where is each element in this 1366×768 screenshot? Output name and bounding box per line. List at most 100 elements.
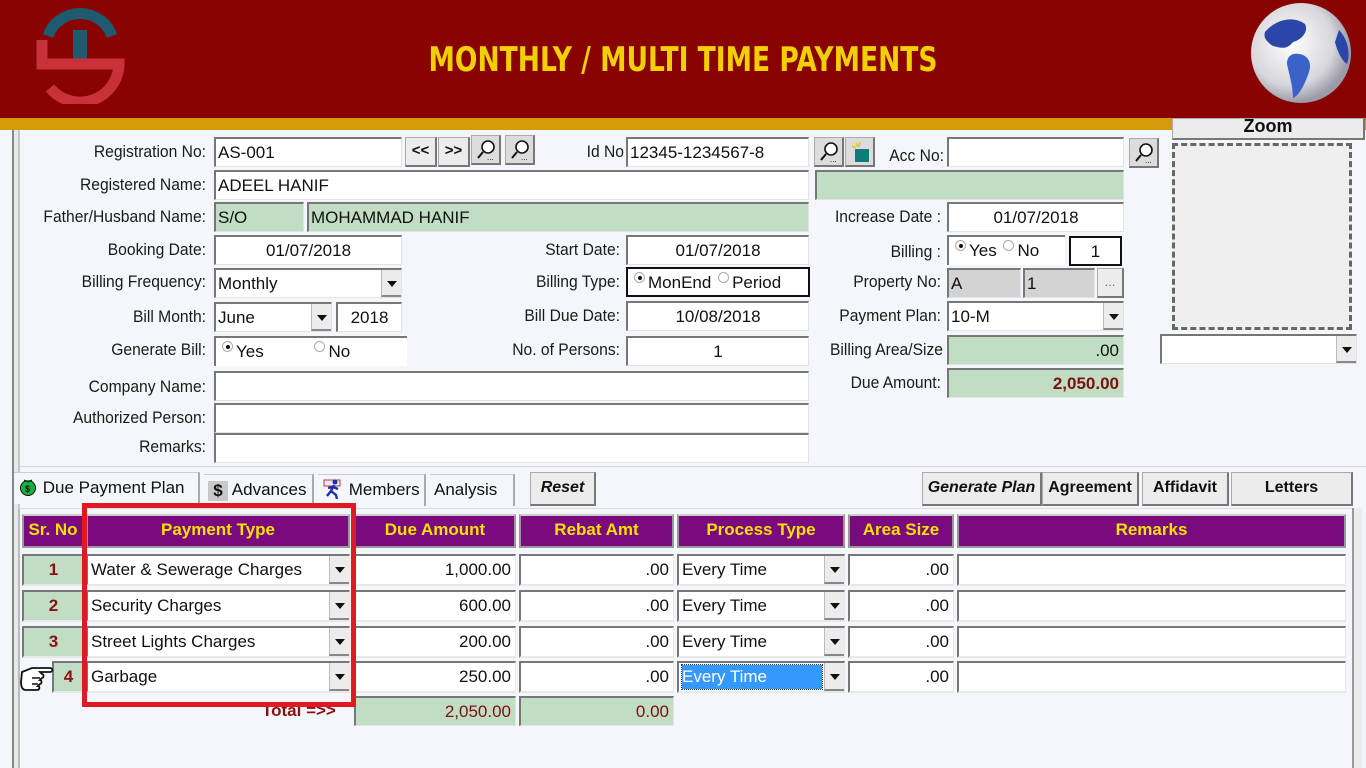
new-record-button[interactable] <box>845 137 875 167</box>
next-record-button[interactable]: >> <box>438 137 470 167</box>
property-number-field[interactable]: 1 <box>1023 268 1095 298</box>
process-type-dropdown[interactable]: Every Time <box>677 590 845 622</box>
id-no-input[interactable]: 12345-1234567-8 <box>626 137 809 167</box>
billing-frequency-dropdown[interactable]: Monthly <box>214 268 402 298</box>
bill-year-input[interactable]: 2018 <box>336 302 402 332</box>
tab-due-payment-plan[interactable]: $ Due Payment Plan <box>14 472 200 504</box>
registration-no-input[interactable]: AS-001 <box>214 137 402 167</box>
remarks-cell[interactable] <box>957 590 1346 622</box>
billing-no-radio[interactable] <box>1003 240 1015 251</box>
reset-button[interactable]: Reset <box>530 472 596 506</box>
letters-button[interactable]: Letters <box>1231 472 1353 506</box>
increase-date-input[interactable]: 01/07/2018 <box>947 202 1124 232</box>
chevron-down-icon[interactable] <box>329 628 349 656</box>
generate-plan-button[interactable]: Generate Plan <box>922 472 1042 506</box>
payment-type-value: Security Charges <box>91 596 222 615</box>
photo-select-dropdown[interactable] <box>1160 334 1357 364</box>
rebate-amount-cell[interactable]: .00 <box>519 661 674 693</box>
rebate-amount-cell[interactable]: .00 <box>519 626 674 658</box>
grid-scrollbar[interactable] <box>1352 508 1362 768</box>
billing-type-monend-radio[interactable] <box>634 272 645 283</box>
search-registration-button[interactable]: ... <box>471 135 501 165</box>
affidavit-button[interactable]: Affidavit <box>1142 472 1229 506</box>
bill-month-value: June <box>218 308 255 327</box>
start-date-input[interactable]: 01/07/2018 <box>626 235 809 265</box>
search-name-button[interactable]: ... <box>505 135 535 165</box>
payment-type-dropdown[interactable]: Garbage <box>86 661 350 693</box>
chevron-down-icon[interactable] <box>329 556 349 584</box>
area-size-cell[interactable]: .00 <box>848 554 954 586</box>
relation-field[interactable]: S/O <box>214 202 304 232</box>
remarks-cell[interactable] <box>957 626 1346 658</box>
tab-analysis[interactable]: Analysis <box>430 474 515 506</box>
bill-due-date-label: Bill Due Date: <box>524 306 620 325</box>
acc-no-input[interactable] <box>947 137 1124 167</box>
new-item-icon <box>851 141 869 162</box>
rebate-amount-cell[interactable]: .00 <box>519 554 674 586</box>
column-header-payment-type: Payment Type <box>86 514 350 548</box>
generate-bill-yes-radio[interactable] <box>222 341 233 352</box>
property-browse-button[interactable]: ... <box>1097 268 1124 298</box>
payment-type-dropdown[interactable]: Water & Sewerage Charges <box>86 554 350 586</box>
zoom-button[interactable]: Zoom <box>1172 118 1365 140</box>
chevron-down-icon[interactable] <box>1336 336 1356 363</box>
remarks-cell[interactable] <box>957 554 1346 586</box>
tab-advances[interactable]: $ Advances <box>204 474 314 506</box>
chevron-down-icon[interactable] <box>329 592 349 620</box>
chevron-down-icon[interactable] <box>329 663 349 691</box>
payment-type-dropdown[interactable]: Street Lights Charges <box>86 626 350 658</box>
area-size-cell[interactable]: .00 <box>848 661 954 693</box>
chevron-down-icon[interactable] <box>1103 303 1123 330</box>
due-amount-cell[interactable]: 250.00 <box>354 661 516 693</box>
chevron-down-icon[interactable] <box>381 270 401 297</box>
generate-bill-no-radio[interactable] <box>314 341 326 352</box>
payment-plan-label: Payment Plan: <box>839 306 941 325</box>
generate-bill-radio-group: Yes No <box>214 336 407 366</box>
chevron-down-icon[interactable] <box>824 628 844 656</box>
chevron-down-icon[interactable] <box>824 592 844 620</box>
chevron-down-icon[interactable] <box>824 556 844 584</box>
chevron-down-icon[interactable] <box>311 304 331 331</box>
due-amount-cell[interactable]: 200.00 <box>354 626 516 658</box>
company-name-input[interactable] <box>214 371 809 401</box>
remarks-cell[interactable] <box>957 661 1346 693</box>
payment-plan-dropdown[interactable]: 10-M <box>947 301 1124 331</box>
registered-name-input[interactable]: ADEEL HANIF <box>214 170 809 200</box>
tab-members[interactable]: Members <box>318 474 426 506</box>
bill-month-dropdown[interactable]: June <box>214 302 332 332</box>
father-husband-name-field[interactable]: MOHAMMAD HANIF <box>307 202 809 232</box>
due-amount-cell[interactable]: 1,000.00 <box>354 554 516 586</box>
increase-date-label: Increase Date : <box>834 207 941 226</box>
billing-type-period-radio[interactable] <box>718 272 730 283</box>
search-id-button[interactable]: ... <box>814 137 844 167</box>
agreement-button[interactable]: Agreement <box>1042 472 1139 506</box>
bill-due-date-input[interactable]: 10/08/2018 <box>626 301 809 331</box>
process-type-dropdown[interactable]: Every Time <box>677 554 845 586</box>
no-of-persons-input[interactable]: 1 <box>626 336 809 366</box>
billing-count-input[interactable]: 1 <box>1069 236 1122 266</box>
authorized-person-input[interactable] <box>214 403 809 433</box>
billing-yes-radio[interactable] <box>955 240 966 251</box>
previous-record-button[interactable]: << <box>405 137 437 167</box>
area-size-cell[interactable]: .00 <box>848 626 954 658</box>
row-sr-no: 1 <box>22 554 84 586</box>
process-type-dropdown-selected[interactable]: Every Time <box>677 661 845 693</box>
svg-text:...: ... <box>830 155 837 163</box>
billing-no-label: No <box>1017 241 1040 260</box>
chevron-down-icon[interactable] <box>824 663 844 691</box>
search-account-button[interactable]: ... <box>1129 138 1159 168</box>
booking-date-input[interactable]: 01/07/2018 <box>214 235 402 265</box>
due-amount-cell[interactable]: 600.00 <box>354 590 516 622</box>
process-type-dropdown[interactable]: Every Time <box>677 626 845 658</box>
payment-type-dropdown[interactable]: Security Charges <box>86 590 350 622</box>
process-type-value: Every Time <box>682 596 768 615</box>
column-header-rebate-amt: Rebat Amt <box>519 514 674 548</box>
area-size-cell[interactable]: .00 <box>848 590 954 622</box>
column-header-process-type: Process Type <box>677 514 845 548</box>
rebate-amount-cell[interactable]: .00 <box>519 590 674 622</box>
row-sr-no: 2 <box>22 590 84 622</box>
remarks-input[interactable] <box>214 433 809 463</box>
column-header-sr-no: Sr. No <box>22 514 84 548</box>
property-block-field[interactable]: A <box>947 268 1021 298</box>
process-type-value: Every Time <box>682 632 768 651</box>
